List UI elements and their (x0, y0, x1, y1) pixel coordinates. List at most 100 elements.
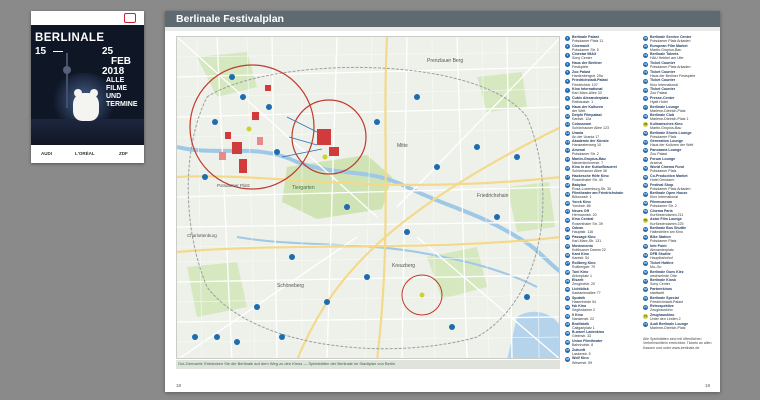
legend-item[interactable]: 9 Haus der Kulturen der Welt (565, 105, 637, 114)
legend-item[interactable]: 19 Filmtheater am Friedrichshain Bötzowstr… (565, 191, 637, 200)
legend-number-badge: 42 (643, 61, 648, 67)
legend-item[interactable]: 60 Astor Film Lounge Kurfürstendamm 225 (643, 217, 715, 226)
legend-item[interactable]: 7 Kino International Karl-Marx-Allee 33 (565, 87, 637, 96)
tv-tower-icon (66, 53, 68, 108)
legend-item[interactable]: 69 Berlinale Special Friedrichstadt-Palast (643, 296, 715, 305)
legend-item[interactable]: 22 Kino Central Rosenthaler Str. 39 (565, 217, 637, 226)
legend-item[interactable]: 4 Haus der Berliner Festspiele (565, 61, 637, 70)
legend-item[interactable]: 36 Union Filmtheater Bahnhofstr. 8 (565, 339, 637, 348)
legend-item[interactable]: 31 Sputnik Hasenheide 54 (565, 296, 637, 305)
legend-item[interactable]: 16 Kino in der KulturBrauerei Schönhauser … (565, 165, 637, 174)
legend-item[interactable]: 52 Panorama Lounge Zoo Palast (643, 148, 715, 157)
legend-item[interactable]: 37 Zukunft Laskerstr. 5 (565, 348, 637, 357)
legend-item[interactable]: 45 Ticket Counter Zoo Palast (643, 87, 715, 96)
legend-item[interactable]: 18 Babylon Rosa-Luxemburg-Str. 30 (565, 183, 637, 192)
spread-header: Berlinale Festivalplan (165, 11, 720, 27)
legend-item[interactable]: 14 Arsenal Potsdamer Str. 2 (565, 148, 637, 157)
legend-number-badge: 60 (643, 217, 648, 223)
legend-venue-address: Mo–So (650, 264, 662, 269)
legend-item[interactable]: 50 Berlinale Shorts Lounge Potsdamer Platz (643, 131, 715, 140)
legend-item[interactable]: 65 Ticket Hotline Mo–So (643, 261, 715, 270)
legend-venue-address: Sony Center (650, 282, 670, 287)
legend-item[interactable]: 6 Friedrichstadt-Palast Friedrichstr. 107 (565, 78, 637, 87)
legend-item[interactable]: 3 Cinestar IMAX Sony Center (565, 52, 637, 61)
legend-item[interactable]: 46 Presse-Center Hyatt Hotel (643, 96, 715, 105)
legend-venue-address: Kastanienallee 77 (572, 291, 601, 296)
legend-item[interactable]: 1 Berlinale Palast Potsdamer Platz 11 (565, 35, 637, 44)
legend-item[interactable]: 54 World Cinema Fund Potsdamer Platz (643, 165, 715, 174)
legend-item[interactable]: 62 Bike Station Potsdamer Platz (643, 235, 715, 244)
legend-item[interactable]: 48 Berlinale Club Marlene-Dietrich-Platz 1 (643, 113, 715, 122)
legend-item[interactable]: 10 Delphi Filmpalast Kantstr. 12a (565, 113, 637, 122)
legend-number-badge: 72 (643, 322, 648, 328)
legend-item[interactable]: 68 Partnerkinos stadtweit (643, 287, 715, 296)
legend-item[interactable]: 67 Berlinale Kiosk Sony Center (643, 278, 715, 287)
legend-item[interactable]: 63 Info Point Alexanderplatz (643, 244, 715, 253)
legend-item[interactable]: 13 Akademie der Künste Hanseatenweg 10 (565, 139, 637, 148)
legend-item[interactable]: 43 Ticket Counter Haus der Berliner Festsp… (643, 70, 715, 79)
legend-item[interactable]: 61 Berlinale Bus Shuttle Haltestellen am K… (643, 226, 715, 235)
legend-number-badge: 44 (643, 78, 648, 84)
legend-item[interactable]: 64 DFB Shuttle Hauptbahnhof (643, 252, 715, 261)
legend-venue-address: Potsdamer Platz 11 (572, 39, 604, 44)
legend-item[interactable]: 23 Odeon Hauptstr. 116 (565, 226, 637, 235)
legend-item[interactable]: 5 Zoo Palast Hardenbergstr. 29a (565, 70, 637, 79)
legend-item[interactable]: 15 Martin-Gropius-Bau Niederkirchnerstr. 7 (565, 157, 637, 166)
legend-item[interactable]: 21 Neues Off Hermannstr. 20 (565, 209, 637, 218)
legend-venue-address: Sony Center (572, 56, 592, 61)
legend-item[interactable]: 39 Berlinale Service Center Potsdamer Plat… (643, 35, 715, 44)
legend-venue-address: Rosa-Luxemburg-Str. 30 (572, 186, 612, 191)
legend-item[interactable]: 28 Toni Kino Antonplatz 1 (565, 270, 637, 279)
legend-item[interactable]: 55 Co-Production Market Hotel Gendarm (643, 174, 715, 183)
cover-tagline-line: UND (106, 93, 122, 100)
legend-item[interactable]: 44 Ticket Counter Kino International (643, 78, 715, 87)
legend-item[interactable]: 29 Eiszeit Zeughofstr. 20 (565, 278, 637, 287)
legend-item[interactable]: 47 Berlinale Lounge Marlene-Dietrich-Platz (643, 105, 715, 114)
city-map[interactable]: Tiergarten Potsdamer Platz Kreuzberg Mit… (176, 36, 560, 359)
district-label: Friedrichshain (477, 193, 509, 199)
legend-column-2: 39 Berlinale Service Center Potsdamer Plat… (643, 35, 715, 330)
legend-item[interactable]: 20 Yorck Kino Yorckstr. 86 (565, 200, 637, 209)
legend-item[interactable]: 12 Urania An der Urania 17 (565, 131, 637, 140)
legend-item[interactable]: 38 Wolf Kino Weserstr. 59 (565, 356, 637, 365)
legend-item[interactable]: 40 European Film Market Martin-Gropius-Bau (643, 44, 715, 53)
legend-item[interactable]: 32 fsk Kino Segitzdamm 2 (565, 304, 637, 313)
legend-number-badge: 15 (565, 157, 570, 163)
legend-number-badge: 45 (643, 87, 648, 93)
legend-item[interactable]: 58 Filmmuseum Potsdamer Str. 2 (643, 200, 715, 209)
legend-column-1: 1 Berlinale Palast Potsdamer Platz 11 2 Cine… (565, 35, 637, 365)
legend-item[interactable]: 26 Kant Kino Kantstr. 54 (565, 252, 637, 261)
legend-item[interactable]: 8 Cubix Alexanderplatz Rathausstr. 1 (565, 96, 637, 105)
legend-item[interactable]: 34 Brotfabrik Caligariplatz 1 (565, 322, 637, 331)
legend-venue-address: Segitzdamm 2 (572, 308, 595, 313)
legend-item[interactable]: 33 Il Kino Nansenstr. 22 (565, 313, 637, 322)
legend-item[interactable]: 49 Kulinarisches Kino Martin-Gropius-Bau (643, 122, 715, 131)
legend-item[interactable]: 41 Berlinale Talents HAU Hebbel am Ufer (643, 52, 715, 61)
legend-item[interactable]: 70 Retrospektive Zeughauskino (643, 304, 715, 313)
legend-item[interactable]: 24 Passage Kino Karl-Marx-Str. 131 (565, 235, 637, 244)
legend-item[interactable]: 35 B-ware! Ladenkino Gleimstr. 33 (565, 330, 637, 339)
legend-number-badge: 37 (565, 348, 570, 354)
legend-item[interactable]: 71 Zeughauskino Unter den Linden 2 (643, 313, 715, 322)
legend-item[interactable]: 57 Berlinale Open House Kino International (643, 191, 715, 200)
legend-item[interactable]: 42 Ticket Counter Potsdamer Platz Arkaden (643, 61, 715, 70)
legend-item[interactable]: 53 Forum Lounge Arsenal (643, 157, 715, 166)
legend-item[interactable]: 27 Rollberg Kino Rollbergstr. 70 (565, 261, 637, 270)
legend-item[interactable]: 59 Cinema Paris Kurfürstendamm 211 (643, 209, 715, 218)
district-label: Tiergarten (292, 185, 315, 191)
legend-item[interactable]: 17 Hackesche Höfe Kino Rosenthaler Str. 40 (565, 174, 637, 183)
legend-venue-address: Schönhauser Allee 123 (572, 125, 609, 130)
legend-item[interactable]: 25 Moviemento Kottbusser Damm 22 (565, 244, 637, 253)
legend-number-badge: 28 (565, 270, 570, 276)
legend-item[interactable]: 66 Berlinale Goes Kiez wechselnde Orte (643, 270, 715, 279)
legend-number-badge: 8 (565, 96, 570, 102)
legend-item[interactable]: 11 Colosseum Schönhauser Allee 123 (565, 122, 637, 131)
legend-item[interactable]: 51 Generation Lounge Haus der Kulturen der… (643, 139, 715, 148)
tv-tower-sphere-icon (63, 66, 71, 74)
program-cover[interactable]: BERLINALE 15 — 25 FEB 2018 ALLE FILME UN… (31, 11, 144, 163)
legend-item[interactable]: 2 CinemaxX Potsdamer Str. 5 (565, 44, 637, 53)
legend-number-badge: 22 (565, 217, 570, 223)
legend-item[interactable]: 72 Audi Berlinale Lounge Marlene-Dietrich-… (643, 322, 715, 331)
legend-item[interactable]: 30 Lichtblick Kastanienallee 77 (565, 287, 637, 296)
legend-item[interactable]: 56 Festival Shop Potsdamer Platz Arkaden (643, 183, 715, 192)
